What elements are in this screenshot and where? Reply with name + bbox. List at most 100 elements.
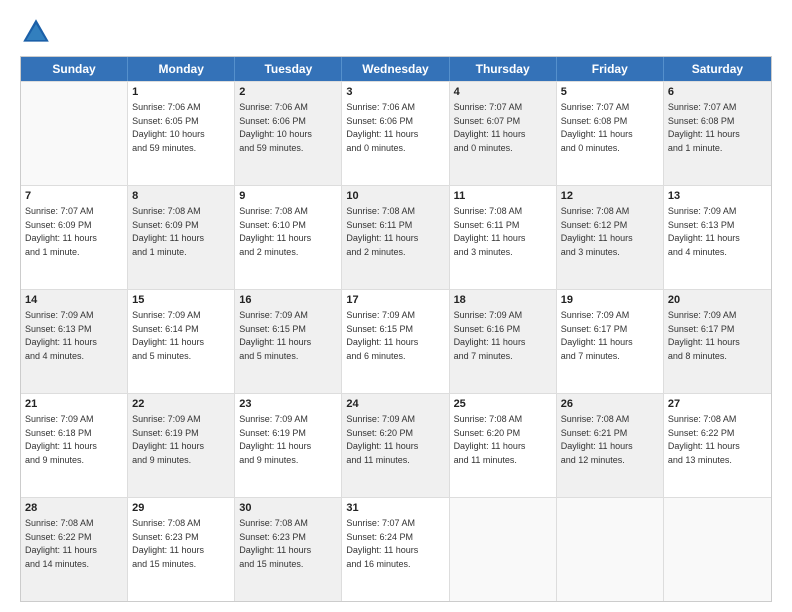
day-info: Sunrise: 7:08 AM Sunset: 6:11 PM Dayligh…	[346, 206, 418, 257]
day-info: Sunrise: 7:08 AM Sunset: 6:22 PM Dayligh…	[25, 518, 97, 569]
day-number: 7	[25, 189, 123, 204]
calendar-cell: 13 Sunrise: 7:09 AM Sunset: 6:13 PM Dayli…	[664, 186, 771, 289]
day-info: Sunrise: 7:08 AM Sunset: 6:20 PM Dayligh…	[454, 414, 526, 465]
header-day-tuesday: Tuesday	[235, 57, 342, 81]
calendar-cell: 4 Sunrise: 7:07 AM Sunset: 6:07 PM Daylig…	[450, 82, 557, 185]
day-number: 31	[346, 501, 444, 516]
day-number: 10	[346, 189, 444, 204]
day-info: Sunrise: 7:09 AM Sunset: 6:19 PM Dayligh…	[239, 414, 311, 465]
calendar-cell: 2 Sunrise: 7:06 AM Sunset: 6:06 PM Daylig…	[235, 82, 342, 185]
calendar-cell: 27 Sunrise: 7:08 AM Sunset: 6:22 PM Dayli…	[664, 394, 771, 497]
calendar-week-4: 21 Sunrise: 7:09 AM Sunset: 6:18 PM Dayli…	[21, 393, 771, 497]
calendar-cell: 8 Sunrise: 7:08 AM Sunset: 6:09 PM Daylig…	[128, 186, 235, 289]
day-number: 19	[561, 293, 659, 308]
day-number: 5	[561, 85, 659, 100]
calendar-week-2: 7 Sunrise: 7:07 AM Sunset: 6:09 PM Daylig…	[21, 185, 771, 289]
calendar-cell: 18Sunrise: 7:09 AM Sunset: 6:16 PM Dayli…	[450, 290, 557, 393]
day-info: Sunrise: 7:08 AM Sunset: 6:23 PM Dayligh…	[239, 518, 311, 569]
calendar-cell: 7 Sunrise: 7:07 AM Sunset: 6:09 PM Daylig…	[21, 186, 128, 289]
day-info: Sunrise: 7:09 AM Sunset: 6:18 PM Dayligh…	[25, 414, 97, 465]
calendar-cell: 22 Sunrise: 7:09 AM Sunset: 6:19 PM Dayli…	[128, 394, 235, 497]
day-info: Sunrise: 7:09 AM Sunset: 6:17 PM Dayligh…	[668, 310, 740, 361]
calendar-cell: 9Sunrise: 7:08 AM Sunset: 6:10 PM Daylig…	[235, 186, 342, 289]
day-number: 4	[454, 85, 552, 100]
header-day-sunday: Sunday	[21, 57, 128, 81]
day-number: 1	[132, 85, 230, 100]
day-info: Sunrise: 7:09 AM Sunset: 6:19 PM Dayligh…	[132, 414, 204, 465]
calendar-cell: 6Sunrise: 7:07 AM Sunset: 6:08 PM Daylig…	[664, 82, 771, 185]
day-number: 16	[239, 293, 337, 308]
day-number: 8	[132, 189, 230, 204]
day-number: 29	[132, 501, 230, 516]
calendar-cell	[664, 498, 771, 601]
calendar-cell: 20 Sunrise: 7:09 AM Sunset: 6:17 PM Dayli…	[664, 290, 771, 393]
calendar-cell	[557, 498, 664, 601]
day-number: 13	[668, 189, 767, 204]
day-info: Sunrise: 7:07 AM Sunset: 6:24 PM Dayligh…	[346, 518, 418, 569]
calendar-cell: 25Sunrise: 7:08 AM Sunset: 6:20 PM Dayli…	[450, 394, 557, 497]
calendar-cell	[21, 82, 128, 185]
calendar-week-5: 28 Sunrise: 7:08 AM Sunset: 6:22 PM Dayli…	[21, 497, 771, 601]
day-info: Sunrise: 7:09 AM Sunset: 6:15 PM Dayligh…	[346, 310, 418, 361]
calendar-week-3: 14 Sunrise: 7:09 AM Sunset: 6:13 PM Dayli…	[21, 289, 771, 393]
day-number: 14	[25, 293, 123, 308]
calendar-body: 1 Sunrise: 7:06 AM Sunset: 6:05 PM Daylig…	[21, 81, 771, 601]
day-info: Sunrise: 7:07 AM Sunset: 6:08 PM Dayligh…	[561, 102, 633, 153]
calendar: SundayMondayTuesdayWednesdayThursdayFrid…	[20, 56, 772, 602]
day-info: Sunrise: 7:08 AM Sunset: 6:22 PM Dayligh…	[668, 414, 740, 465]
calendar-cell: 19 Sunrise: 7:09 AM Sunset: 6:17 PM Dayli…	[557, 290, 664, 393]
calendar-cell: 3Sunrise: 7:06 AM Sunset: 6:06 PM Daylig…	[342, 82, 449, 185]
day-number: 27	[668, 397, 767, 412]
day-number: 2	[239, 85, 337, 100]
day-info: Sunrise: 7:06 AM Sunset: 6:06 PM Dayligh…	[346, 102, 418, 153]
day-info: Sunrise: 7:09 AM Sunset: 6:17 PM Dayligh…	[561, 310, 633, 361]
day-info: Sunrise: 7:07 AM Sunset: 6:09 PM Dayligh…	[25, 206, 97, 257]
calendar-cell: 26 Sunrise: 7:08 AM Sunset: 6:21 PM Dayli…	[557, 394, 664, 497]
day-info: Sunrise: 7:08 AM Sunset: 6:21 PM Dayligh…	[561, 414, 633, 465]
calendar-cell: 23 Sunrise: 7:09 AM Sunset: 6:19 PM Dayli…	[235, 394, 342, 497]
header-day-friday: Friday	[557, 57, 664, 81]
page-header	[20, 16, 772, 48]
calendar-cell: 11 Sunrise: 7:08 AM Sunset: 6:11 PM Dayli…	[450, 186, 557, 289]
header-day-wednesday: Wednesday	[342, 57, 449, 81]
day-info: Sunrise: 7:09 AM Sunset: 6:13 PM Dayligh…	[668, 206, 740, 257]
day-info: Sunrise: 7:08 AM Sunset: 6:11 PM Dayligh…	[454, 206, 526, 257]
calendar-cell: 15 Sunrise: 7:09 AM Sunset: 6:14 PM Dayli…	[128, 290, 235, 393]
day-number: 22	[132, 397, 230, 412]
day-number: 11	[454, 189, 552, 204]
logo-icon	[20, 16, 52, 48]
calendar-cell: 21 Sunrise: 7:09 AM Sunset: 6:18 PM Dayli…	[21, 394, 128, 497]
day-number: 26	[561, 397, 659, 412]
header-day-monday: Monday	[128, 57, 235, 81]
day-info: Sunrise: 7:08 AM Sunset: 6:10 PM Dayligh…	[239, 206, 311, 257]
day-info: Sunrise: 7:09 AM Sunset: 6:15 PM Dayligh…	[239, 310, 311, 361]
day-info: Sunrise: 7:09 AM Sunset: 6:14 PM Dayligh…	[132, 310, 204, 361]
day-number: 20	[668, 293, 767, 308]
day-info: Sunrise: 7:09 AM Sunset: 6:20 PM Dayligh…	[346, 414, 418, 465]
header-day-thursday: Thursday	[450, 57, 557, 81]
day-info: Sunrise: 7:06 AM Sunset: 6:05 PM Dayligh…	[132, 102, 205, 153]
day-number: 17	[346, 293, 444, 308]
day-info: Sunrise: 7:08 AM Sunset: 6:23 PM Dayligh…	[132, 518, 204, 569]
calendar-cell: 14 Sunrise: 7:09 AM Sunset: 6:13 PM Dayli…	[21, 290, 128, 393]
day-info: Sunrise: 7:09 AM Sunset: 6:13 PM Dayligh…	[25, 310, 97, 361]
day-number: 15	[132, 293, 230, 308]
calendar-cell: 28 Sunrise: 7:08 AM Sunset: 6:22 PM Dayli…	[21, 498, 128, 601]
day-number: 30	[239, 501, 337, 516]
day-number: 28	[25, 501, 123, 516]
calendar-header-row: SundayMondayTuesdayWednesdayThursdayFrid…	[21, 57, 771, 81]
day-info: Sunrise: 7:07 AM Sunset: 6:07 PM Dayligh…	[454, 102, 526, 153]
day-info: Sunrise: 7:08 AM Sunset: 6:09 PM Dayligh…	[132, 206, 204, 257]
day-info: Sunrise: 7:07 AM Sunset: 6:08 PM Dayligh…	[668, 102, 740, 153]
day-number: 23	[239, 397, 337, 412]
calendar-cell: 10 Sunrise: 7:08 AM Sunset: 6:11 PM Dayli…	[342, 186, 449, 289]
day-info: Sunrise: 7:06 AM Sunset: 6:06 PM Dayligh…	[239, 102, 312, 153]
calendar-cell: 12 Sunrise: 7:08 AM Sunset: 6:12 PM Dayli…	[557, 186, 664, 289]
day-number: 21	[25, 397, 123, 412]
day-info: Sunrise: 7:08 AM Sunset: 6:12 PM Dayligh…	[561, 206, 633, 257]
calendar-cell: 31 Sunrise: 7:07 AM Sunset: 6:24 PM Dayli…	[342, 498, 449, 601]
calendar-week-1: 1 Sunrise: 7:06 AM Sunset: 6:05 PM Daylig…	[21, 81, 771, 185]
calendar-cell: 29 Sunrise: 7:08 AM Sunset: 6:23 PM Dayli…	[128, 498, 235, 601]
day-number: 12	[561, 189, 659, 204]
day-number: 18	[454, 293, 552, 308]
